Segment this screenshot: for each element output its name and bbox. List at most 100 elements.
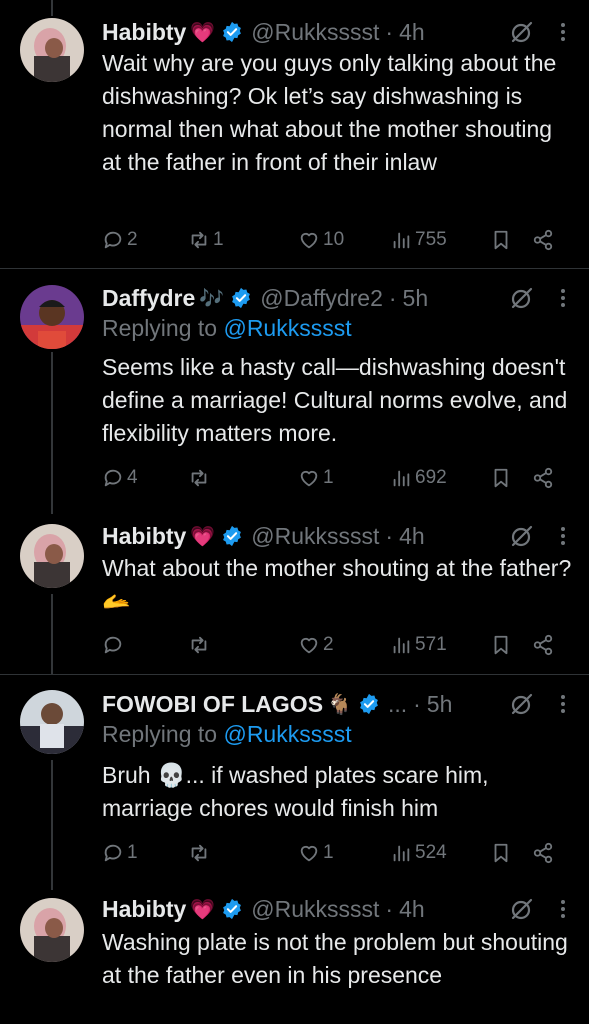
like-button[interactable]: 1 — [298, 838, 334, 868]
author-name[interactable]: Daffydre — [102, 285, 195, 312]
views-count: 692 — [415, 467, 447, 488]
grok-icon[interactable] — [507, 283, 537, 313]
timestamp[interactable]: 5h — [403, 285, 429, 312]
verified-badge-icon — [221, 21, 243, 43]
share-button[interactable] — [532, 838, 554, 868]
grok-icon[interactable] — [507, 17, 537, 47]
repost-button[interactable] — [188, 838, 213, 868]
tweet[interactable]: Habibty 💗 @Rukksssst · 4h Washing plate … — [0, 886, 589, 1024]
repost-button[interactable]: 1 — [188, 225, 224, 255]
tweet-text: Seems like a hasty call—dishwashing does… — [102, 354, 568, 446]
tweet[interactable]: FOWOBI OF LAGOS 🐐 ... · 5h Replying to @… — [0, 674, 589, 886]
views-icon — [393, 845, 410, 862]
reply-button[interactable] — [102, 630, 127, 660]
reply-button[interactable]: 4 — [102, 463, 138, 493]
like-count: 1 — [323, 842, 334, 863]
bookmark-button[interactable] — [490, 630, 512, 660]
like-button[interactable]: 1 — [298, 463, 334, 493]
replying-to-link[interactable]: @Rukksssst — [223, 315, 351, 341]
bookmark-button[interactable] — [490, 463, 512, 493]
action-bar: 4 1 692 — [102, 463, 562, 493]
bookmark-button[interactable] — [490, 225, 512, 255]
more-icon[interactable] — [557, 894, 569, 924]
share-icon — [533, 467, 553, 489]
bookmark-icon — [494, 843, 508, 863]
repost-button[interactable] — [188, 630, 213, 660]
replying-to: Replying to @Rukksssst — [102, 315, 352, 342]
more-icon[interactable] — [557, 17, 569, 47]
avatar[interactable] — [20, 690, 84, 754]
bookmark-button[interactable] — [490, 838, 512, 868]
separator-dot: · — [388, 284, 397, 311]
action-bar: 1 1 524 — [102, 838, 562, 868]
verified-badge-icon — [358, 693, 380, 715]
author-handle[interactable]: ... — [388, 691, 407, 718]
bookmark-icon — [494, 635, 508, 655]
action-bar: 2 1 10 755 — [102, 225, 562, 255]
author-handle[interactable]: @Rukksssst — [251, 19, 379, 46]
author-name[interactable]: FOWOBI OF LAGOS — [102, 691, 323, 718]
reply-button[interactable]: 2 — [102, 225, 138, 255]
author-handle[interactable]: @Rukksssst — [251, 896, 379, 923]
views-button[interactable]: 692 — [390, 463, 447, 493]
reply-count: 1 — [127, 842, 138, 863]
more-icon[interactable] — [557, 689, 569, 719]
timestamp[interactable]: 4h — [399, 896, 425, 923]
tweet[interactable]: Habibty 💗 @Rukksssst · 4h What about the… — [0, 508, 589, 674]
name-emoji: 🐐 — [327, 693, 352, 716]
replying-to-label: Replying to — [102, 315, 224, 341]
separator-dot: · — [385, 522, 394, 549]
author-handle[interactable]: @Rukksssst — [251, 523, 379, 550]
reply-icon — [104, 231, 122, 249]
avatar[interactable] — [20, 898, 84, 962]
name-emoji: 🎶 — [199, 287, 225, 310]
views-button[interactable]: 571 — [390, 630, 447, 660]
more-icon[interactable] — [557, 283, 569, 313]
separator-dot: · — [385, 18, 394, 45]
author-name[interactable]: Habibty — [102, 19, 186, 46]
like-icon — [300, 637, 318, 654]
name-emoji: 💗 — [190, 898, 216, 921]
bookmark-icon — [494, 230, 508, 250]
tweet[interactable]: Daffydre 🎶 @Daffydre2 · 5h Replying to @… — [0, 268, 589, 508]
separator-dot: · — [385, 895, 394, 922]
grok-icon[interactable] — [507, 689, 537, 719]
action-bar: 2 571 — [102, 630, 562, 660]
replying-to-label: Replying to — [102, 721, 224, 747]
share-icon — [533, 842, 553, 864]
timestamp[interactable]: 4h — [399, 523, 425, 550]
views-count: 755 — [415, 229, 447, 250]
like-button[interactable]: 10 — [298, 225, 344, 255]
avatar[interactable] — [20, 285, 84, 349]
views-button[interactable]: 755 — [390, 225, 447, 255]
grok-icon[interactable] — [507, 894, 537, 924]
share-button[interactable] — [532, 225, 554, 255]
name-emoji: 💗 — [190, 525, 216, 548]
tweet-text: Wait why are you guys only talking about… — [102, 50, 557, 175]
grok-icon[interactable] — [507, 521, 537, 551]
author-name[interactable]: Habibty — [102, 523, 186, 550]
share-button[interactable] — [532, 630, 554, 660]
avatar[interactable] — [20, 524, 84, 588]
repost-count: 1 — [213, 229, 224, 250]
author-handle[interactable]: @Daffydre2 — [260, 285, 383, 312]
repost-button[interactable] — [188, 463, 213, 493]
like-button[interactable]: 2 — [298, 630, 334, 660]
more-icon[interactable] — [557, 521, 569, 551]
views-button[interactable]: 524 — [390, 838, 447, 868]
repost-icon — [191, 469, 207, 487]
tweet[interactable]: Habibty 💗 @Rukksssst · 4h Wait why are y… — [0, 0, 589, 268]
avatar[interactable] — [20, 18, 84, 82]
timestamp[interactable]: 4h — [399, 19, 425, 46]
author-name[interactable]: Habibty — [102, 896, 186, 923]
reply-icon — [104, 469, 122, 487]
share-icon — [533, 229, 553, 251]
replying-to: Replying to @Rukksssst — [102, 721, 352, 748]
timestamp[interactable]: 5h — [427, 691, 453, 718]
replying-to-link[interactable]: @Rukksssst — [223, 721, 351, 747]
share-button[interactable] — [532, 463, 554, 493]
reply-button[interactable]: 1 — [102, 838, 138, 868]
reply-count: 2 — [127, 229, 138, 250]
repost-icon — [191, 636, 207, 654]
views-icon — [393, 232, 410, 249]
